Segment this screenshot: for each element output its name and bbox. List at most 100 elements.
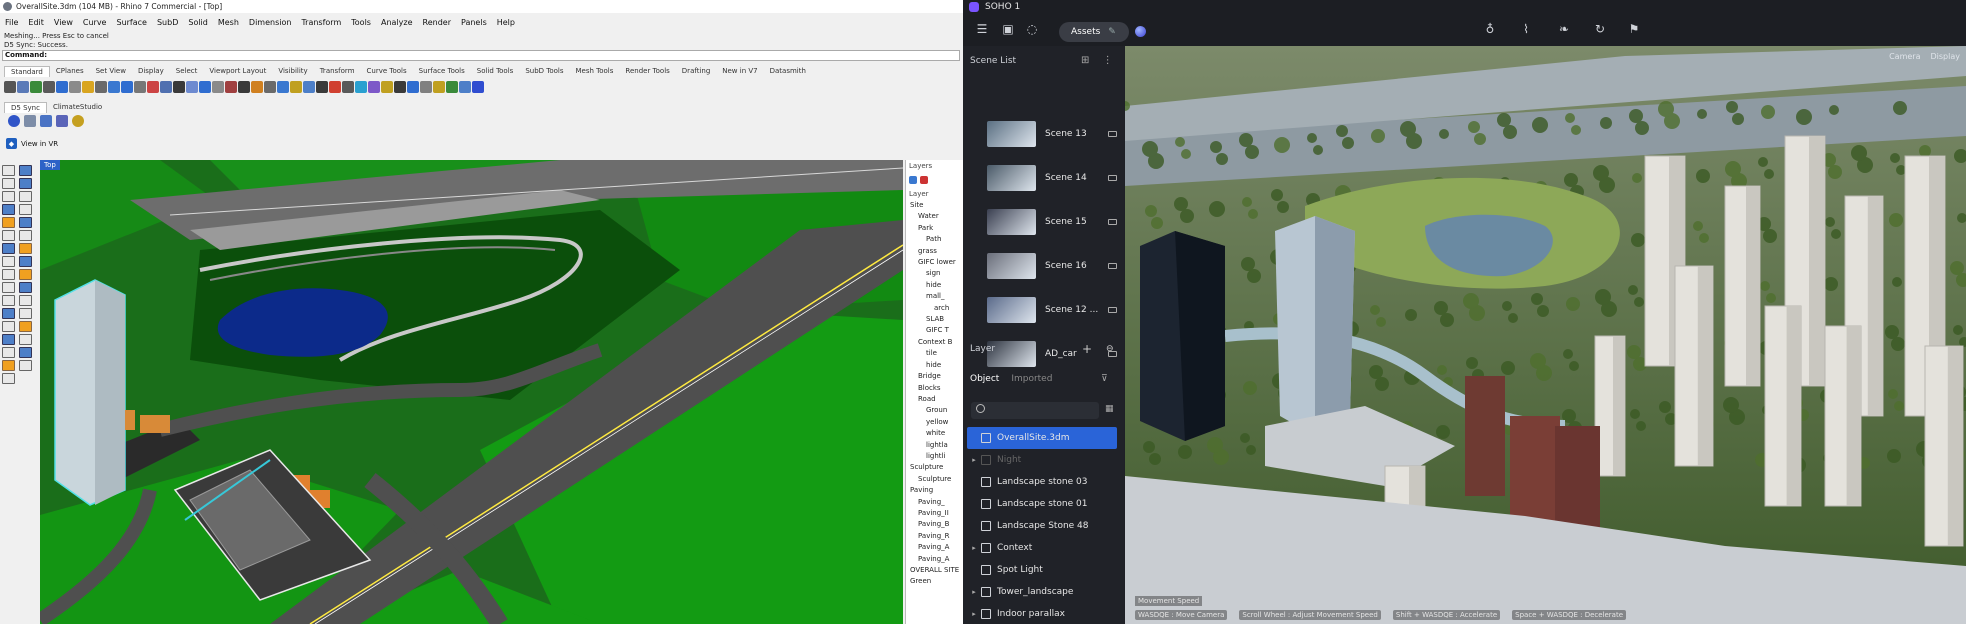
toolbar-tool-icon[interactable] <box>394 80 406 93</box>
modeling-tool-icon[interactable] <box>19 191 32 202</box>
toolbar-tool-icon[interactable] <box>43 80 55 93</box>
command-input[interactable]: Command: <box>2 50 960 61</box>
layer-row[interactable]: Sculpture <box>906 462 963 473</box>
modeling-tool-icon[interactable] <box>2 230 15 241</box>
d5-sync-icon[interactable] <box>8 115 20 127</box>
tab-set-view[interactable]: Set View <box>90 66 132 77</box>
layer-row[interactable]: Groun <box>906 405 963 416</box>
tab-imported[interactable]: Imported <box>1011 374 1052 384</box>
toolbar-tool-icon[interactable] <box>329 80 341 93</box>
modeling-tool-icon[interactable] <box>19 295 32 306</box>
modeling-tool-icon[interactable] <box>19 217 32 228</box>
layer-row[interactable]: Paving <box>906 485 963 496</box>
scene-item[interactable]: AD_car <box>987 336 1117 372</box>
modeling-tool-icon[interactable] <box>2 165 15 176</box>
d5-layer-row[interactable]: Landscape stone 01 <box>967 493 1117 515</box>
toolbar-tool-icon[interactable] <box>173 80 185 93</box>
layer-row[interactable]: OVERALL SITE <box>906 565 963 576</box>
camera-icon[interactable] <box>1108 219 1117 225</box>
modeling-tool-icon[interactable] <box>2 373 15 384</box>
menu-mesh[interactable]: Mesh <box>213 18 244 30</box>
refresh-icon[interactable]: ↻ <box>1593 22 1607 36</box>
modeling-tool-icon[interactable] <box>2 178 15 189</box>
modeling-tool-icon[interactable] <box>19 243 32 254</box>
layer-row[interactable]: Road <box>906 394 963 405</box>
layer-search-input[interactable] <box>971 402 1099 419</box>
menu-edit[interactable]: Edit <box>23 18 49 30</box>
layer-row[interactable]: mall_ <box>906 291 963 302</box>
flag-icon[interactable]: ⚑ <box>1627 22 1641 36</box>
layer-row[interactable]: arch <box>906 303 963 314</box>
path-tool-icon[interactable]: ⌇ <box>1519 22 1533 36</box>
light-bulb-icon[interactable]: ♁ <box>1483 22 1497 36</box>
toolbar-tool-icon[interactable] <box>17 80 29 93</box>
d5-layer-row[interactable]: ▸ Tower_landscape <box>967 581 1117 603</box>
view-in-vr-button[interactable]: ◆ View in VR <box>6 138 58 149</box>
menu-view[interactable]: View <box>49 18 78 30</box>
toolbar-tool-icon[interactable] <box>121 80 133 93</box>
menu-solid[interactable]: Solid <box>183 18 213 30</box>
layer-row[interactable]: Context B <box>906 337 963 348</box>
layer-row[interactable]: Paving_A <box>906 554 963 565</box>
d5-settings-icon[interactable] <box>72 115 84 127</box>
tab-standard[interactable]: Standard <box>4 66 50 77</box>
more-options-icon[interactable]: ⋮ <box>1103 55 1113 66</box>
modeling-tool-icon[interactable] <box>19 360 32 371</box>
toolbar-tool-icon[interactable] <box>342 80 354 93</box>
layer-row[interactable]: sign <box>906 268 963 279</box>
scene-item[interactable]: Scene 13 <box>987 116 1117 152</box>
menu-panels[interactable]: Panels <box>456 18 492 30</box>
toolbar-tool-icon[interactable] <box>186 80 198 93</box>
new-layer-icon[interactable] <box>909 176 917 184</box>
expand-arrow-icon[interactable]: ▸ <box>967 456 981 464</box>
modeling-tool-icon[interactable] <box>19 204 32 215</box>
tab-viewport-layout[interactable]: Viewport Layout <box>203 66 272 77</box>
d5-link-icon[interactable] <box>24 115 36 127</box>
tab-transform[interactable]: Transform <box>314 66 361 77</box>
layer-row[interactable]: Paving_A <box>906 542 963 553</box>
layer-row[interactable]: yellow <box>906 417 963 428</box>
layer-row[interactable]: Site <box>906 200 963 211</box>
layer-row[interactable]: white <box>906 428 963 439</box>
toolbar-tool-icon[interactable] <box>30 80 42 93</box>
tab-cplanes[interactable]: CPlanes <box>50 66 90 77</box>
menu-transform[interactable]: Transform <box>296 18 346 30</box>
tab-solid-tools[interactable]: Solid Tools <box>471 66 520 77</box>
modeling-tool-icon[interactable] <box>2 243 15 254</box>
toolbar-tool-icon[interactable] <box>316 80 328 93</box>
menu-icon[interactable]: ☰ <box>975 22 989 36</box>
toolbar-tool-icon[interactable] <box>69 80 81 93</box>
menu-render[interactable]: Render <box>418 18 456 30</box>
tab-drafting[interactable]: Drafting <box>676 66 716 77</box>
tab-new-in-v7[interactable]: New in V7 <box>716 66 763 77</box>
toolbar-tool-icon[interactable] <box>95 80 107 93</box>
tab-mesh-tools[interactable]: Mesh Tools <box>570 66 620 77</box>
toolbar-tool-icon[interactable] <box>264 80 276 93</box>
d5-viewport[interactable]: Camera Display Movement Speed WASDQE : M… <box>1125 46 1966 624</box>
scene-item[interactable]: Scene 15 <box>987 204 1117 240</box>
layer-row[interactable]: Bridge <box>906 371 963 382</box>
tab-object[interactable]: Object <box>970 374 999 384</box>
modeling-tool-icon[interactable] <box>19 321 32 332</box>
toolbar-tool-icon[interactable] <box>4 80 16 93</box>
modeling-tool-icon[interactable] <box>2 256 15 267</box>
layer-row[interactable]: SLAB <box>906 314 963 325</box>
layer-row[interactable]: lightli <box>906 451 963 462</box>
tab-curve-tools[interactable]: Curve Tools <box>361 66 413 77</box>
layer-row[interactable]: Blocks <box>906 383 963 394</box>
layer-row[interactable]: Paving_R <box>906 531 963 542</box>
toolbar-tool-icon[interactable] <box>82 80 94 93</box>
rhino-viewport[interactable] <box>40 160 903 624</box>
modeling-tool-icon[interactable] <box>2 217 15 228</box>
expand-arrow-icon[interactable]: ▸ <box>967 588 981 596</box>
modeling-tool-icon[interactable] <box>2 282 15 293</box>
layer-row[interactable]: Sculpture <box>906 474 963 485</box>
toolbar-tool-icon[interactable] <box>277 80 289 93</box>
grid-view-icon[interactable]: ▦ <box>1105 404 1117 416</box>
d5-layer-row[interactable]: OverallSite.3dm <box>967 427 1117 449</box>
layer-row[interactable]: Path <box>906 234 963 245</box>
menu-tools[interactable]: Tools <box>346 18 376 30</box>
collapse-icon[interactable]: ⊖ <box>1106 344 1114 354</box>
render-orb-icon[interactable] <box>1135 26 1146 37</box>
d5-layer-row[interactable]: ▸ Indoor parallax <box>967 603 1117 624</box>
